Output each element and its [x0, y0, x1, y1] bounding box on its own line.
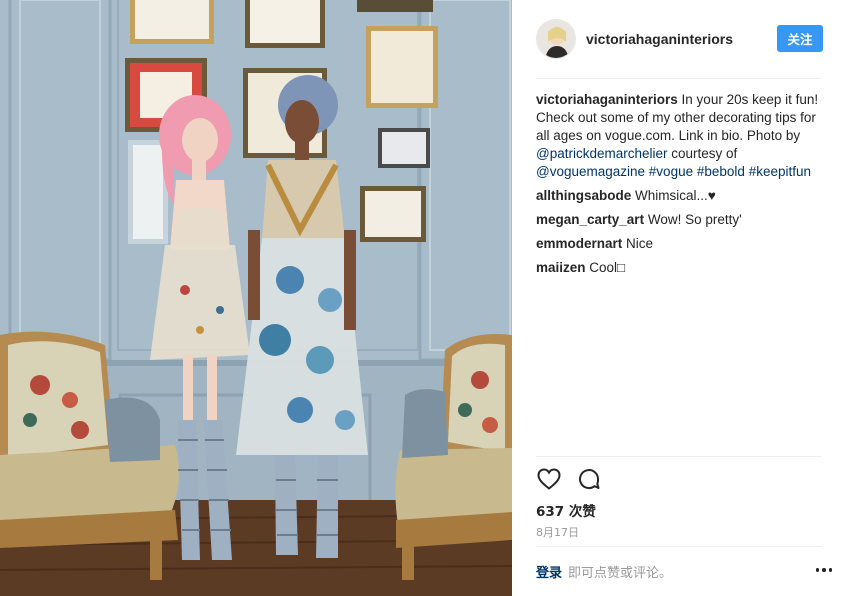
login-prompt: 登录 即可点赞或评论。 — [536, 562, 672, 581]
hashtag-link[interactable]: #bebold — [697, 164, 745, 179]
comment-username[interactable]: allthingsabode — [536, 188, 631, 203]
post-header: victoriahaganinteriors 关注 — [512, 0, 846, 78]
post-actions — [536, 466, 602, 492]
photo-illustration — [0, 0, 512, 596]
follow-button[interactable]: 关注 — [777, 25, 823, 52]
like-count[interactable]: 637 次赞 — [536, 500, 596, 520]
heart-icon[interactable] — [536, 466, 562, 492]
more-options-icon[interactable] — [812, 560, 836, 580]
comment-item: maiizen Cool□ — [536, 259, 832, 277]
comment-item: megan_carty_art Wow! So pretty' — [536, 211, 832, 229]
comment-text: Cool□ — [589, 260, 626, 275]
header-divider — [536, 78, 822, 79]
instagram-post: victoriahaganinteriors 关注 victoriahagani… — [0, 0, 846, 596]
hashtag-link[interactable]: #keepitfun — [749, 164, 811, 179]
comment-text: Wow! So pretty' — [647, 212, 742, 227]
footer-divider — [536, 546, 822, 547]
comment-username[interactable]: megan_carty_art — [536, 212, 644, 227]
post-username[interactable]: victoriahaganinteriors — [586, 31, 733, 47]
mention-link[interactable]: @patrickdemarchelier — [536, 146, 668, 161]
comment-username[interactable]: emmodernart — [536, 236, 622, 251]
post-caption: victoriahaganinteriors In your 20s keep … — [536, 91, 832, 181]
avatar-photo-icon — [537, 20, 575, 58]
comment-item: allthingsabode Whimsical...♥ — [536, 187, 832, 205]
post-photo[interactable] — [0, 0, 512, 596]
comment-username[interactable]: maiizen — [536, 260, 586, 275]
comments-list: victoriahaganinteriors In your 20s keep … — [536, 91, 832, 283]
comment-text: Whimsical...♥ — [635, 188, 716, 203]
hashtag-link[interactable]: #vogue — [649, 164, 693, 179]
comment-icon[interactable] — [576, 466, 602, 492]
post-date[interactable]: 8月17日 — [536, 524, 579, 540]
caption-username[interactable]: victoriahaganinteriors — [536, 92, 678, 107]
mention-link[interactable]: @voguemagazine — [536, 164, 645, 179]
comment-text: Nice — [626, 236, 654, 251]
post-sidebar: victoriahaganinteriors 关注 victoriahagani… — [512, 0, 846, 596]
comment-item: emmodernart Nice — [536, 235, 832, 253]
login-link[interactable]: 登录 — [536, 562, 562, 581]
avatar[interactable] — [536, 19, 576, 59]
actions-divider — [536, 456, 822, 457]
caption-text: courtesy of — [667, 146, 738, 161]
comment-prompt[interactable]: 即可点赞或评论。 — [568, 562, 672, 581]
